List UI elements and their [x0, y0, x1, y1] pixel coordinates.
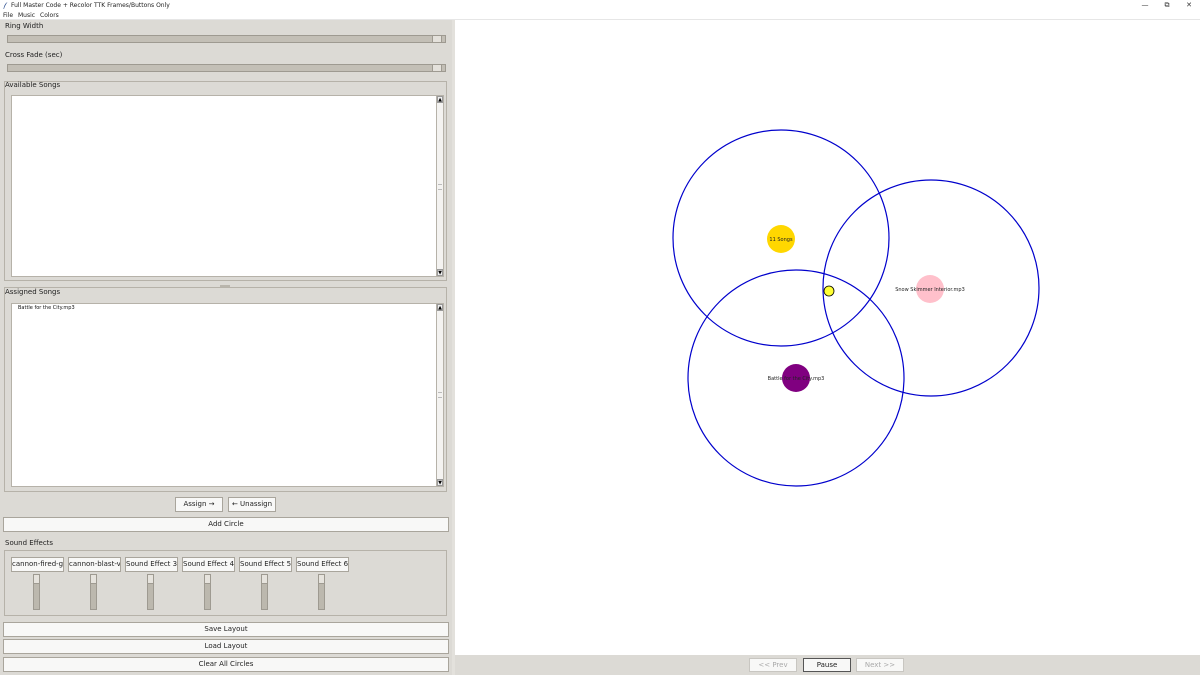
cross-fade-slider-thumb[interactable] [432, 65, 442, 71]
pause-button[interactable]: Pause [803, 658, 851, 672]
sound-effect-volume-slider-1[interactable] [33, 574, 40, 610]
unassign-button[interactable]: ← Unassign [228, 497, 276, 512]
available-songs-frame: Available Songs ▲ ▼ [4, 81, 447, 281]
control-panel: Ring Width Cross Fade (sec) Available So… [0, 20, 453, 675]
clear-all-circles-button[interactable]: Clear All Circles [3, 657, 449, 672]
cross-fade-label: Cross Fade (sec) [5, 51, 63, 59]
sound-effects-label: Sound Effects [5, 539, 54, 547]
assigned-songs-list[interactable]: Battle for the City.mp3 [11, 303, 439, 487]
slider-thumb[interactable] [319, 575, 324, 584]
scroll-down-arrow-icon[interactable]: ▼ [437, 479, 443, 486]
circle-label-2: Snow Skimmer Interior.mp3 [895, 287, 965, 293]
scroll-down-arrow-icon[interactable]: ▼ [437, 269, 443, 276]
sound-effect-button-5[interactable]: Sound Effect 5 [239, 557, 292, 572]
available-songs-scrollbar[interactable]: ▲ ▼ [436, 95, 444, 277]
save-layout-button[interactable]: Save Layout [3, 622, 449, 637]
assigned-songs-scrollbar[interactable]: ▲ ▼ [436, 303, 444, 487]
minimize-button[interactable]: — [1134, 0, 1156, 11]
slider-thumb[interactable] [91, 575, 96, 584]
canvas-drawing[interactable]: 11 Songs Snow Skimmer Interior.mp3 Battl… [455, 20, 1200, 655]
available-songs-label: Available Songs [5, 81, 61, 89]
title-bar: Full Master Code + Recolor TTK Frames/Bu… [0, 0, 1200, 11]
circle-label-3: Battle for the City.mp3 [768, 376, 825, 382]
sound-effect-volume-slider-3[interactable] [147, 574, 154, 610]
sound-effect-volume-slider-6[interactable] [318, 574, 325, 610]
menu-file[interactable]: File [3, 12, 13, 19]
circle-canvas[interactable]: 11 Songs Snow Skimmer Interior.mp3 Battl… [455, 20, 1200, 655]
ring-width-slider-thumb[interactable] [432, 36, 442, 42]
sound-effect-button-1[interactable]: cannon-fired-g [11, 557, 64, 572]
feather-icon [3, 2, 8, 9]
sound-effects-frame: cannon-fired-g cannon-blast-v Sound Effe… [4, 550, 447, 616]
list-item[interactable]: Battle for the City.mp3 [18, 305, 75, 311]
menu-colors[interactable]: Colors [40, 12, 59, 19]
circle-label-1: 11 Songs [769, 237, 793, 243]
scroll-up-arrow-icon[interactable]: ▲ [437, 96, 443, 103]
cross-fade-slider[interactable] [7, 64, 446, 72]
sound-effect-button-2[interactable]: cannon-blast-v [68, 557, 121, 572]
restore-button[interactable]: ⧉ [1156, 0, 1178, 11]
sound-effect-volume-slider-5[interactable] [261, 574, 268, 610]
add-circle-button[interactable]: Add Circle [3, 517, 449, 532]
app-window: Full Master Code + Recolor TTK Frames/Bu… [0, 0, 1200, 675]
listener-marker[interactable] [823, 285, 835, 297]
menu-music[interactable]: Music [18, 12, 35, 19]
scroll-grip-icon [438, 184, 442, 190]
sound-effect-button-3[interactable]: Sound Effect 3 [125, 557, 178, 572]
slider-thumb[interactable] [262, 575, 267, 584]
assigned-songs-frame: Assigned Songs Battle for the City.mp3 ▲… [4, 287, 447, 492]
menu-bar: File Music Colors [0, 11, 1200, 20]
slider-thumb[interactable] [34, 575, 39, 584]
slider-thumb[interactable] [148, 575, 153, 584]
ring-width-slider[interactable] [7, 35, 446, 43]
sound-effect-volume-slider-2[interactable] [90, 574, 97, 610]
ring-width-label: Ring Width [5, 22, 44, 30]
sound-effect-button-4[interactable]: Sound Effect 4 [182, 557, 235, 572]
assigned-songs-label: Assigned Songs [5, 288, 61, 296]
prev-button[interactable]: << Prev [749, 658, 797, 672]
scroll-up-arrow-icon[interactable]: ▲ [437, 304, 443, 311]
slider-thumb[interactable] [205, 575, 210, 584]
load-layout-button[interactable]: Load Layout [3, 639, 449, 654]
available-songs-list[interactable] [11, 95, 439, 277]
sound-effect-volume-slider-4[interactable] [204, 574, 211, 610]
playback-bar: << Prev Pause Next >> [455, 655, 1200, 675]
sound-effect-button-6[interactable]: Sound Effect 6 [296, 557, 349, 572]
assign-button[interactable]: Assign → [175, 497, 223, 512]
close-button[interactable]: ✕ [1178, 0, 1200, 11]
scroll-grip-icon [438, 392, 442, 398]
next-button[interactable]: Next >> [856, 658, 904, 672]
window-title: Full Master Code + Recolor TTK Frames/Bu… [11, 2, 170, 9]
